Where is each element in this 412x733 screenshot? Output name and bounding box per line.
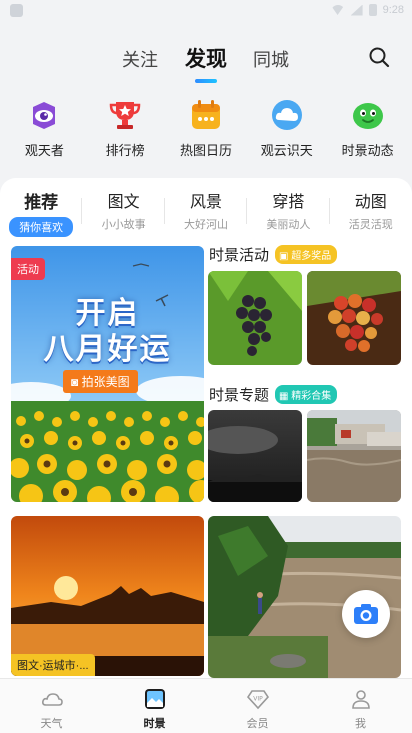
activity-thumb-grapes-red[interactable] <box>307 271 401 365</box>
category-title: 动图 <box>354 194 387 211</box>
flood-street-image <box>307 410 401 502</box>
bottom-navigation: 天气 时景 VIP 会员 我 <box>0 678 412 733</box>
take-photo-label: 拍张美图 <box>81 375 130 389</box>
category-sub: 美丽动人 <box>266 219 311 231</box>
feed-card-sunset[interactable]: 图文·运城市·... <box>11 516 204 676</box>
sunset-image <box>11 516 204 676</box>
nav-scenery[interactable]: 时景 <box>103 679 206 733</box>
tab-follow[interactable]: 关注 <box>122 46 158 72</box>
category-title: 穿搭 <box>272 194 305 211</box>
calendar-icon <box>189 98 223 132</box>
eye-icon <box>27 98 61 132</box>
status-bar: 9:28 <box>0 0 412 26</box>
nav-label: 时景 <box>143 718 166 730</box>
shortcut-observer[interactable]: 观天者 <box>4 98 84 164</box>
camera-fab-button[interactable] <box>342 590 390 638</box>
topic-tag: ▦ 精彩合集 <box>275 385 338 404</box>
category-text-image[interactable]: 图文 小小故事 <box>82 188 165 234</box>
search-icon[interactable] <box>368 46 390 68</box>
promo-banner[interactable]: 活动 开启 八月好运 ◙ 拍张美图 <box>11 246 204 502</box>
storm-image <box>208 410 302 502</box>
svg-text:VIP: VIP <box>253 696 263 703</box>
nav-label: 天气 <box>40 718 63 730</box>
camera-icon <box>354 604 378 624</box>
activity-tag-label: 超多奖品 <box>291 251 332 262</box>
feed-location-tag: 图文·运城市·... <box>11 654 95 676</box>
promo-title-line2: 八月好运 <box>43 332 172 367</box>
topic-tag-label: 精彩合集 <box>291 391 332 402</box>
activity-section-title: 时景活动 <box>209 247 270 264</box>
tab-discover[interactable]: 发现 <box>185 43 227 83</box>
tab-local[interactable]: 同城 <box>253 46 289 72</box>
nav-label: 我 <box>355 718 366 730</box>
category-sub: 小小故事 <box>101 219 146 231</box>
activity-section-header[interactable]: 时景活动 ▣ 超多奖品 <box>209 244 338 265</box>
category-recommend[interactable]: 推荐 猜你喜欢 <box>0 188 83 237</box>
shortcut-label: 热图日历 <box>179 143 232 158</box>
category-title: 风景 <box>189 194 222 211</box>
top-tabs: 关注 发现 同城 <box>0 40 412 83</box>
shortcut-dynamics[interactable]: 时景动态 <box>328 98 408 164</box>
topic-thumb-flood[interactable] <box>307 410 401 502</box>
grid-icon: ▦ <box>279 391 289 402</box>
topic-section-header[interactable]: 时景专题 ▦ 精彩合集 <box>209 384 338 405</box>
cloud-icon <box>270 98 304 132</box>
category-sub: 活灵活现 <box>348 219 393 231</box>
trophy-icon <box>108 98 142 132</box>
gift-icon: ▣ <box>279 251 289 262</box>
nav-label: 会员 <box>246 718 269 730</box>
tab-discover-label: 发现 <box>185 48 227 71</box>
battery-icon <box>368 4 377 16</box>
shortcut-ranking[interactable]: 排行榜 <box>85 98 165 164</box>
shortcut-calendar[interactable]: 热图日历 <box>166 98 246 164</box>
grapes-image <box>307 271 401 365</box>
category-tabs: 推荐 猜你喜欢 图文 小小故事 风景 大好河山 穿搭 美丽动人 动图 活灵活现 <box>0 188 412 237</box>
category-title: 推荐 <box>24 193 59 212</box>
weather-cloud-icon <box>41 693 63 706</box>
grapes-image <box>208 271 302 365</box>
category-animated[interactable]: 动图 活灵活现 <box>330 188 412 234</box>
camera-small-icon: ◙ <box>71 375 79 389</box>
category-sub: 大好河山 <box>183 219 228 231</box>
shortcut-label: 排行榜 <box>105 143 145 158</box>
shortcut-label: 时景动态 <box>341 143 394 158</box>
shortcut-label: 观天者 <box>24 143 64 158</box>
image-icon <box>144 689 165 709</box>
signal-icon <box>350 4 363 16</box>
category-title: 图文 <box>107 194 140 211</box>
nav-vip[interactable]: VIP 会员 <box>206 679 309 733</box>
topic-thumb-storm[interactable] <box>208 410 302 502</box>
take-photo-button[interactable]: ◙ 拍张美图 <box>63 370 138 393</box>
category-sub: 猜你喜欢 <box>9 217 74 237</box>
vip-diamond-icon: VIP <box>246 690 269 710</box>
activity-badge: 活动 <box>11 258 45 280</box>
category-scenery[interactable]: 风景 大好河山 <box>165 188 248 234</box>
nav-weather[interactable]: 天气 <box>0 679 103 733</box>
shortcut-clouds[interactable]: 观云识天 <box>247 98 327 164</box>
notification-icon <box>10 4 23 17</box>
user-icon <box>351 690 370 709</box>
mascot-icon <box>351 98 385 132</box>
nav-me[interactable]: 我 <box>309 679 412 733</box>
status-time: 9:28 <box>382 4 404 16</box>
wifi-icon <box>330 5 345 15</box>
activity-tag: ▣ 超多奖品 <box>275 245 338 264</box>
activity-thumb-grapes-dark[interactable] <box>208 271 302 365</box>
topic-section-title: 时景专题 <box>209 387 270 404</box>
shortcut-label: 观云识天 <box>260 143 313 158</box>
active-tab-indicator <box>195 79 217 83</box>
category-outfit[interactable]: 穿搭 美丽动人 <box>247 188 330 234</box>
shortcut-row: 观天者 排行榜 热图日历 观云识天 时景动态 <box>0 98 412 164</box>
